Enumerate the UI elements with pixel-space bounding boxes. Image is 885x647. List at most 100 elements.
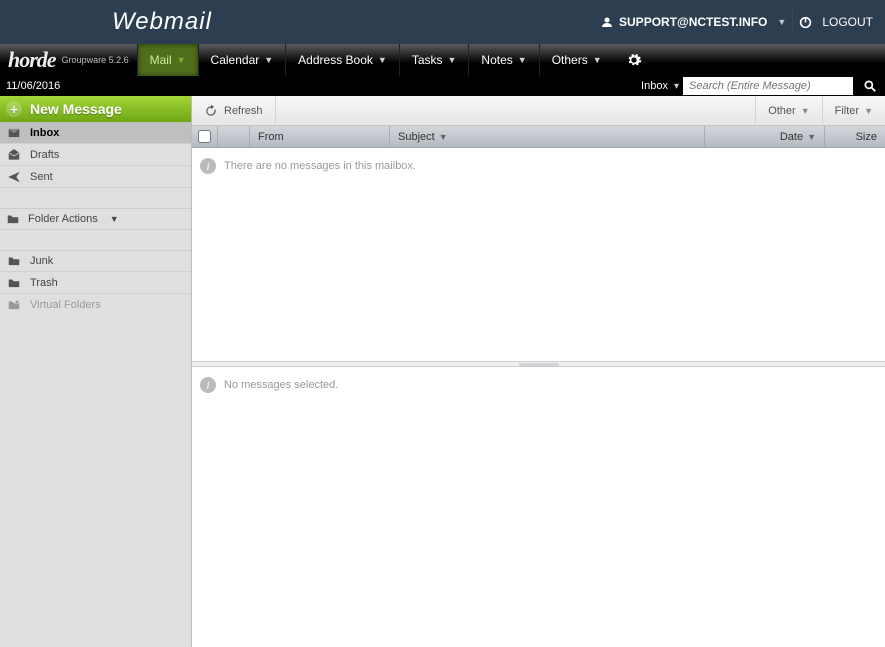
refresh-icon: [204, 104, 218, 118]
empty-list-message: i There are no messages in this mailbox.: [192, 148, 885, 184]
info-icon: i: [200, 377, 216, 393]
refresh-label: Refresh: [224, 105, 263, 117]
topbar-right: SUPPORT@NCTEST.INFO ▼ LOGOUT: [601, 10, 873, 34]
preview-pane: i No messages selected.: [192, 367, 885, 647]
caret-icon: ▼: [801, 106, 810, 116]
folder-actions-label: Folder Actions: [28, 213, 98, 225]
caret-icon: ▼: [177, 55, 186, 65]
sidebar-junk-label: Junk: [30, 255, 53, 267]
horde-menubar: horde Groupware 5.2.6 Mail ▼ Calendar ▼ …: [0, 44, 885, 76]
menu-calendar-label: Calendar: [211, 53, 260, 67]
caret-icon: ▼: [518, 55, 527, 65]
main-panel: Refresh Other ▼ Filter ▼ From Subject ▼: [192, 96, 885, 647]
search-input[interactable]: [683, 77, 853, 95]
menu-address-book[interactable]: Address Book ▼: [285, 44, 399, 76]
menu-mail[interactable]: Mail ▼: [137, 44, 198, 76]
horde-logo-name: horde: [8, 47, 56, 73]
horde-logo: horde Groupware 5.2.6: [0, 44, 137, 76]
empty-list-text: There are no messages in this mailbox.: [224, 160, 416, 172]
trash-icon: [6, 275, 22, 291]
inbox-icon: [6, 125, 22, 141]
menu-address-book-label: Address Book: [298, 53, 373, 67]
webmail-logo: Webmail: [12, 8, 601, 36]
date-label: 11/06/2016: [0, 80, 66, 92]
menu-notes[interactable]: Notes ▼: [468, 44, 538, 76]
menu-others-label: Others: [552, 53, 588, 67]
col-subject-label: Subject: [398, 131, 435, 143]
caret-icon: ▼: [593, 55, 602, 65]
info-icon: i: [200, 158, 216, 174]
menu-notes-label: Notes: [481, 53, 512, 67]
plus-icon: +: [6, 101, 22, 117]
caret-icon: ▼: [864, 106, 873, 116]
col-checkbox[interactable]: [192, 126, 218, 147]
user-caret-icon: ▼: [777, 17, 786, 27]
filter-dropdown[interactable]: Filter ▼: [822, 96, 885, 125]
menu-mail-label: Mail: [150, 53, 172, 67]
sort-caret-icon: ▼: [807, 132, 816, 142]
logout-icon: [799, 16, 812, 29]
col-subject[interactable]: Subject ▼: [390, 126, 705, 147]
col-size[interactable]: Size: [825, 126, 885, 147]
topbar: Webmail SUPPORT@NCTEST.INFO ▼ LOGOUT: [0, 0, 885, 44]
col-date-label: Date: [780, 131, 803, 143]
sidebar-drafts-label: Drafts: [30, 149, 59, 161]
menu-settings[interactable]: [614, 44, 654, 76]
refresh-button[interactable]: Refresh: [192, 96, 276, 125]
sidebar-drafts[interactable]: Drafts: [0, 144, 191, 166]
splitter-handle[interactable]: [192, 361, 885, 367]
caret-icon: ▼: [110, 214, 119, 224]
other-label: Other: [768, 105, 796, 117]
search-icon: [863, 79, 877, 93]
chevron-down-icon: ▾: [674, 81, 679, 92]
search-button[interactable]: [859, 77, 881, 95]
user-label[interactable]: SUPPORT@NCTEST.INFO: [619, 15, 767, 29]
filter-label: Filter: [835, 105, 859, 117]
sidebar-trash[interactable]: Trash: [0, 272, 191, 294]
sidebar-junk[interactable]: Junk: [0, 250, 191, 272]
col-flag[interactable]: [218, 126, 250, 147]
new-message-label: New Message: [30, 101, 122, 117]
sidebar-trash-label: Trash: [30, 277, 58, 289]
topbar-separator: [792, 10, 793, 34]
caret-icon: ▼: [378, 55, 387, 65]
gear-icon: [626, 52, 642, 68]
list-toolbar: Refresh Other ▼ Filter ▼: [192, 96, 885, 126]
empty-preview-message: i No messages selected.: [192, 367, 885, 403]
select-all-checkbox[interactable]: [198, 130, 211, 143]
sidebar-inbox-label: Inbox: [30, 127, 59, 139]
menu-tasks-label: Tasks: [412, 53, 443, 67]
list-header: From Subject ▼ Date ▼ Size: [192, 126, 885, 148]
junk-icon: [6, 253, 22, 269]
other-dropdown[interactable]: Other ▼: [755, 96, 821, 125]
col-from-label: From: [258, 131, 284, 143]
folder-icon: [6, 212, 20, 226]
menu-others[interactable]: Others ▼: [539, 44, 614, 76]
col-from[interactable]: From: [250, 126, 390, 147]
message-list: i There are no messages in this mailbox.: [192, 148, 885, 361]
col-size-label: Size: [856, 131, 877, 143]
sidebar-folder-actions[interactable]: Folder Actions ▼: [0, 208, 191, 230]
sidebar-inbox[interactable]: Inbox: [0, 122, 191, 144]
menu-calendar[interactable]: Calendar ▼: [198, 44, 286, 76]
logout-button[interactable]: LOGOUT: [822, 15, 873, 29]
sort-caret-icon: ▼: [439, 132, 448, 142]
drafts-icon: [6, 147, 22, 163]
sidebar-virtual-label: Virtual Folders: [30, 299, 101, 311]
sidebar: + New Message Inbox Drafts Sent F: [0, 96, 192, 647]
new-message-button[interactable]: + New Message: [0, 96, 191, 122]
horde-logo-sub: Groupware 5.2.6: [62, 55, 129, 65]
sent-icon: [6, 169, 22, 185]
sidebar-virtual-folders[interactable]: Virtual Folders: [0, 294, 191, 316]
empty-preview-text: No messages selected.: [224, 379, 338, 391]
sidebar-sent[interactable]: Sent: [0, 166, 191, 188]
virtual-folders-icon: [6, 297, 22, 313]
menu-tasks[interactable]: Tasks ▼: [399, 44, 469, 76]
col-date[interactable]: Date ▼: [705, 126, 825, 147]
search-bar: 11/06/2016 Inbox ▾: [0, 76, 885, 96]
sidebar-sent-label: Sent: [30, 171, 53, 183]
search-context-label[interactable]: Inbox: [635, 80, 674, 92]
user-icon: [601, 16, 613, 28]
caret-icon: ▼: [264, 55, 273, 65]
caret-icon: ▼: [448, 55, 457, 65]
